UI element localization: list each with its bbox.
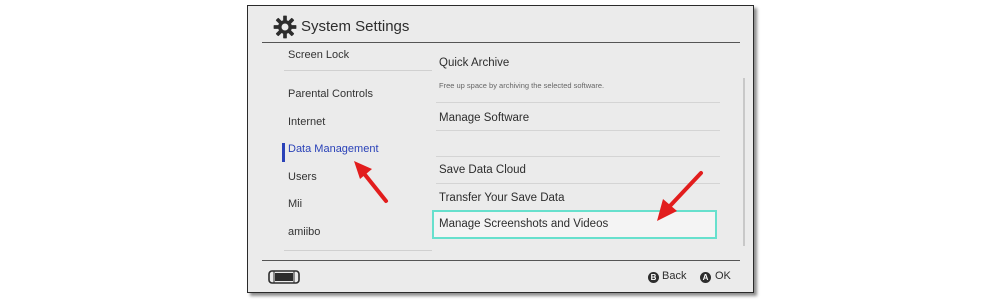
annotation-arrow-icon xyxy=(354,161,388,203)
header-divider xyxy=(262,42,740,43)
save-data-cloud-label: Save Data Cloud xyxy=(439,164,526,176)
manage-software-label: Manage Software xyxy=(439,112,530,124)
sidebar-divider xyxy=(284,250,432,251)
gear-icon xyxy=(273,15,297,39)
quick-archive-description: Free up space by archiving the selected … xyxy=(439,81,605,90)
manage-screenshots-videos-label: Manage Screenshots and Videos xyxy=(439,218,609,230)
quick-archive-label: Quick Archive xyxy=(439,57,510,69)
ok-button[interactable]: OK xyxy=(715,270,731,282)
footer-divider xyxy=(262,260,740,261)
quick-archive-item[interactable]: Quick Archive xyxy=(432,50,720,78)
sidebar-item-amiibo[interactable]: amiibo xyxy=(288,226,320,238)
sidebar-item-mii[interactable]: Mii xyxy=(288,198,302,210)
list-divider xyxy=(436,130,720,131)
sidebar-item-screen-lock[interactable]: Screen Lock xyxy=(288,49,349,61)
sidebar-divider xyxy=(284,70,432,71)
sidebar-item-parental-controls[interactable]: Parental Controls xyxy=(288,88,373,100)
list-divider xyxy=(436,102,720,103)
system-settings-window: System Settings Screen Lock Parental Con… xyxy=(247,5,754,293)
page-title: System Settings xyxy=(301,18,410,35)
sidebar-item-internet[interactable]: Internet xyxy=(288,116,325,128)
console-icon xyxy=(268,270,300,284)
transfer-save-data-label: Transfer Your Save Data xyxy=(439,192,565,204)
manage-software-item[interactable]: Manage Software xyxy=(432,105,720,133)
scrollbar[interactable] xyxy=(743,78,745,246)
selection-indicator xyxy=(282,143,285,162)
b-button-icon: B xyxy=(648,272,659,283)
sidebar-item-users[interactable]: Users xyxy=(288,171,317,183)
back-button[interactable]: Back xyxy=(662,270,686,282)
a-button-icon: A xyxy=(700,272,711,283)
annotation-arrow-icon xyxy=(657,171,703,221)
